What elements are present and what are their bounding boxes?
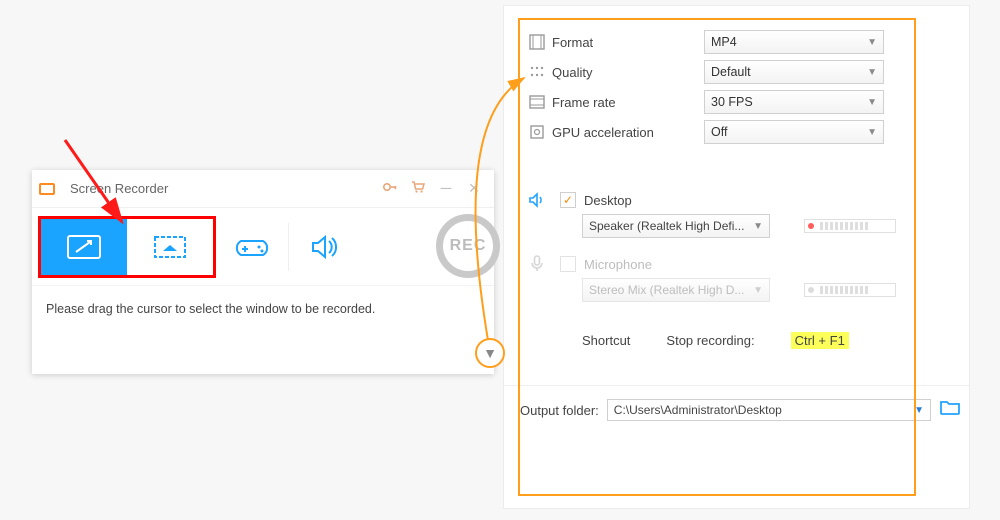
- output-row: Output folder: C:\Users\Administrator\De…: [504, 386, 969, 422]
- chevron-down-icon: ▼: [867, 67, 877, 78]
- desktop-level-meter: [804, 219, 896, 233]
- gpu-combo[interactable]: Off ▼: [704, 120, 884, 144]
- audio-mode-button[interactable]: [289, 215, 361, 279]
- gpu-row: GPU acceleration Off ▼: [522, 120, 957, 144]
- format-combo[interactable]: MP4 ▼: [704, 30, 884, 54]
- quality-icon: [522, 63, 552, 81]
- shortcut-action: Stop recording:: [666, 333, 754, 348]
- fullscreen-button[interactable]: [127, 219, 213, 275]
- quality-value: Default: [711, 65, 751, 79]
- key-icon[interactable]: [376, 179, 404, 199]
- desktop-device-value: Speaker (Realtek High Defi...: [589, 219, 744, 233]
- quality-label: Quality: [552, 65, 704, 80]
- fps-label: Frame rate: [552, 95, 704, 110]
- microphone-icon: [522, 254, 552, 274]
- desktop-checkbox[interactable]: ✓: [560, 192, 576, 208]
- quality-row: Quality Default ▼: [522, 60, 957, 84]
- quality-combo[interactable]: Default ▼: [704, 60, 884, 84]
- microphone-row: ✓ Microphone: [522, 254, 957, 274]
- titlebar: Screen Recorder ─ ×: [32, 170, 494, 208]
- fps-row: Frame rate 30 FPS ▼: [522, 90, 957, 114]
- gpu-value: Off: [711, 125, 727, 139]
- format-row: Format MP4 ▼: [522, 30, 957, 54]
- recorder-app-icon: [36, 178, 62, 200]
- instruction-text: Please drag the cursor to select the win…: [32, 286, 494, 332]
- expand-settings-button[interactable]: ▼: [475, 338, 505, 368]
- chevron-down-icon: ▼: [867, 37, 877, 48]
- record-button[interactable]: REC: [436, 214, 500, 278]
- minimize-button[interactable]: ─: [432, 180, 460, 197]
- microphone-device-value: Stereo Mix (Realtek High D...: [589, 283, 744, 297]
- output-path-value: C:\Users\Administrator\Desktop: [614, 403, 782, 417]
- open-folder-button[interactable]: [939, 398, 961, 422]
- desktop-device-row: Speaker (Realtek High Defi... ▼: [582, 214, 957, 238]
- record-label: REC: [450, 237, 487, 255]
- microphone-label: Microphone: [584, 257, 652, 272]
- chevron-down-icon: ▼: [867, 127, 877, 138]
- output-label: Output folder:: [520, 403, 599, 418]
- game-mode-button[interactable]: [216, 215, 288, 279]
- highlighted-mode-group: [38, 216, 216, 278]
- fps-value: 30 FPS: [711, 95, 753, 109]
- format-icon: [522, 33, 552, 51]
- shortcut-row: Shortcut Stop recording: Ctrl + F1: [582, 332, 957, 349]
- output-path-combo[interactable]: C:\Users\Administrator\Desktop ▼: [607, 399, 931, 421]
- chevron-down-icon: ▼: [753, 221, 763, 232]
- chevron-down-icon: ▼: [867, 97, 877, 108]
- desktop-label: Desktop: [584, 193, 632, 208]
- chevron-down-icon: ▼: [914, 405, 924, 416]
- microphone-checkbox[interactable]: ✓: [560, 256, 576, 272]
- microphone-device-row: Stereo Mix (Realtek High D... ▼: [582, 278, 957, 302]
- format-label: Format: [552, 35, 704, 50]
- settings-panel: Format MP4 ▼ Quality Default ▼ Frame rate …: [503, 5, 970, 509]
- fps-combo[interactable]: 30 FPS ▼: [704, 90, 884, 114]
- gpu-icon: [522, 123, 552, 141]
- gpu-label: GPU acceleration: [552, 125, 704, 140]
- region-select-button[interactable]: [41, 219, 127, 275]
- microphone-device-combo[interactable]: Stereo Mix (Realtek High D... ▼: [582, 278, 770, 302]
- screen-recorder-window: Screen Recorder ─ × REC Please dra: [32, 170, 494, 374]
- fps-icon: [522, 93, 552, 111]
- mode-toolbar: REC: [32, 208, 494, 286]
- shortcut-label: Shortcut: [582, 333, 630, 348]
- cart-icon[interactable]: [404, 179, 432, 199]
- close-button[interactable]: ×: [460, 178, 488, 199]
- chevron-down-icon: ▼: [753, 285, 763, 296]
- speaker-icon: [522, 190, 552, 210]
- desktop-audio-row: ✓ Desktop: [522, 190, 957, 210]
- window-title: Screen Recorder: [70, 181, 376, 196]
- desktop-device-combo[interactable]: Speaker (Realtek High Defi... ▼: [582, 214, 770, 238]
- format-value: MP4: [711, 35, 737, 49]
- shortcut-keys[interactable]: Ctrl + F1: [791, 332, 849, 349]
- microphone-level-meter: [804, 283, 896, 297]
